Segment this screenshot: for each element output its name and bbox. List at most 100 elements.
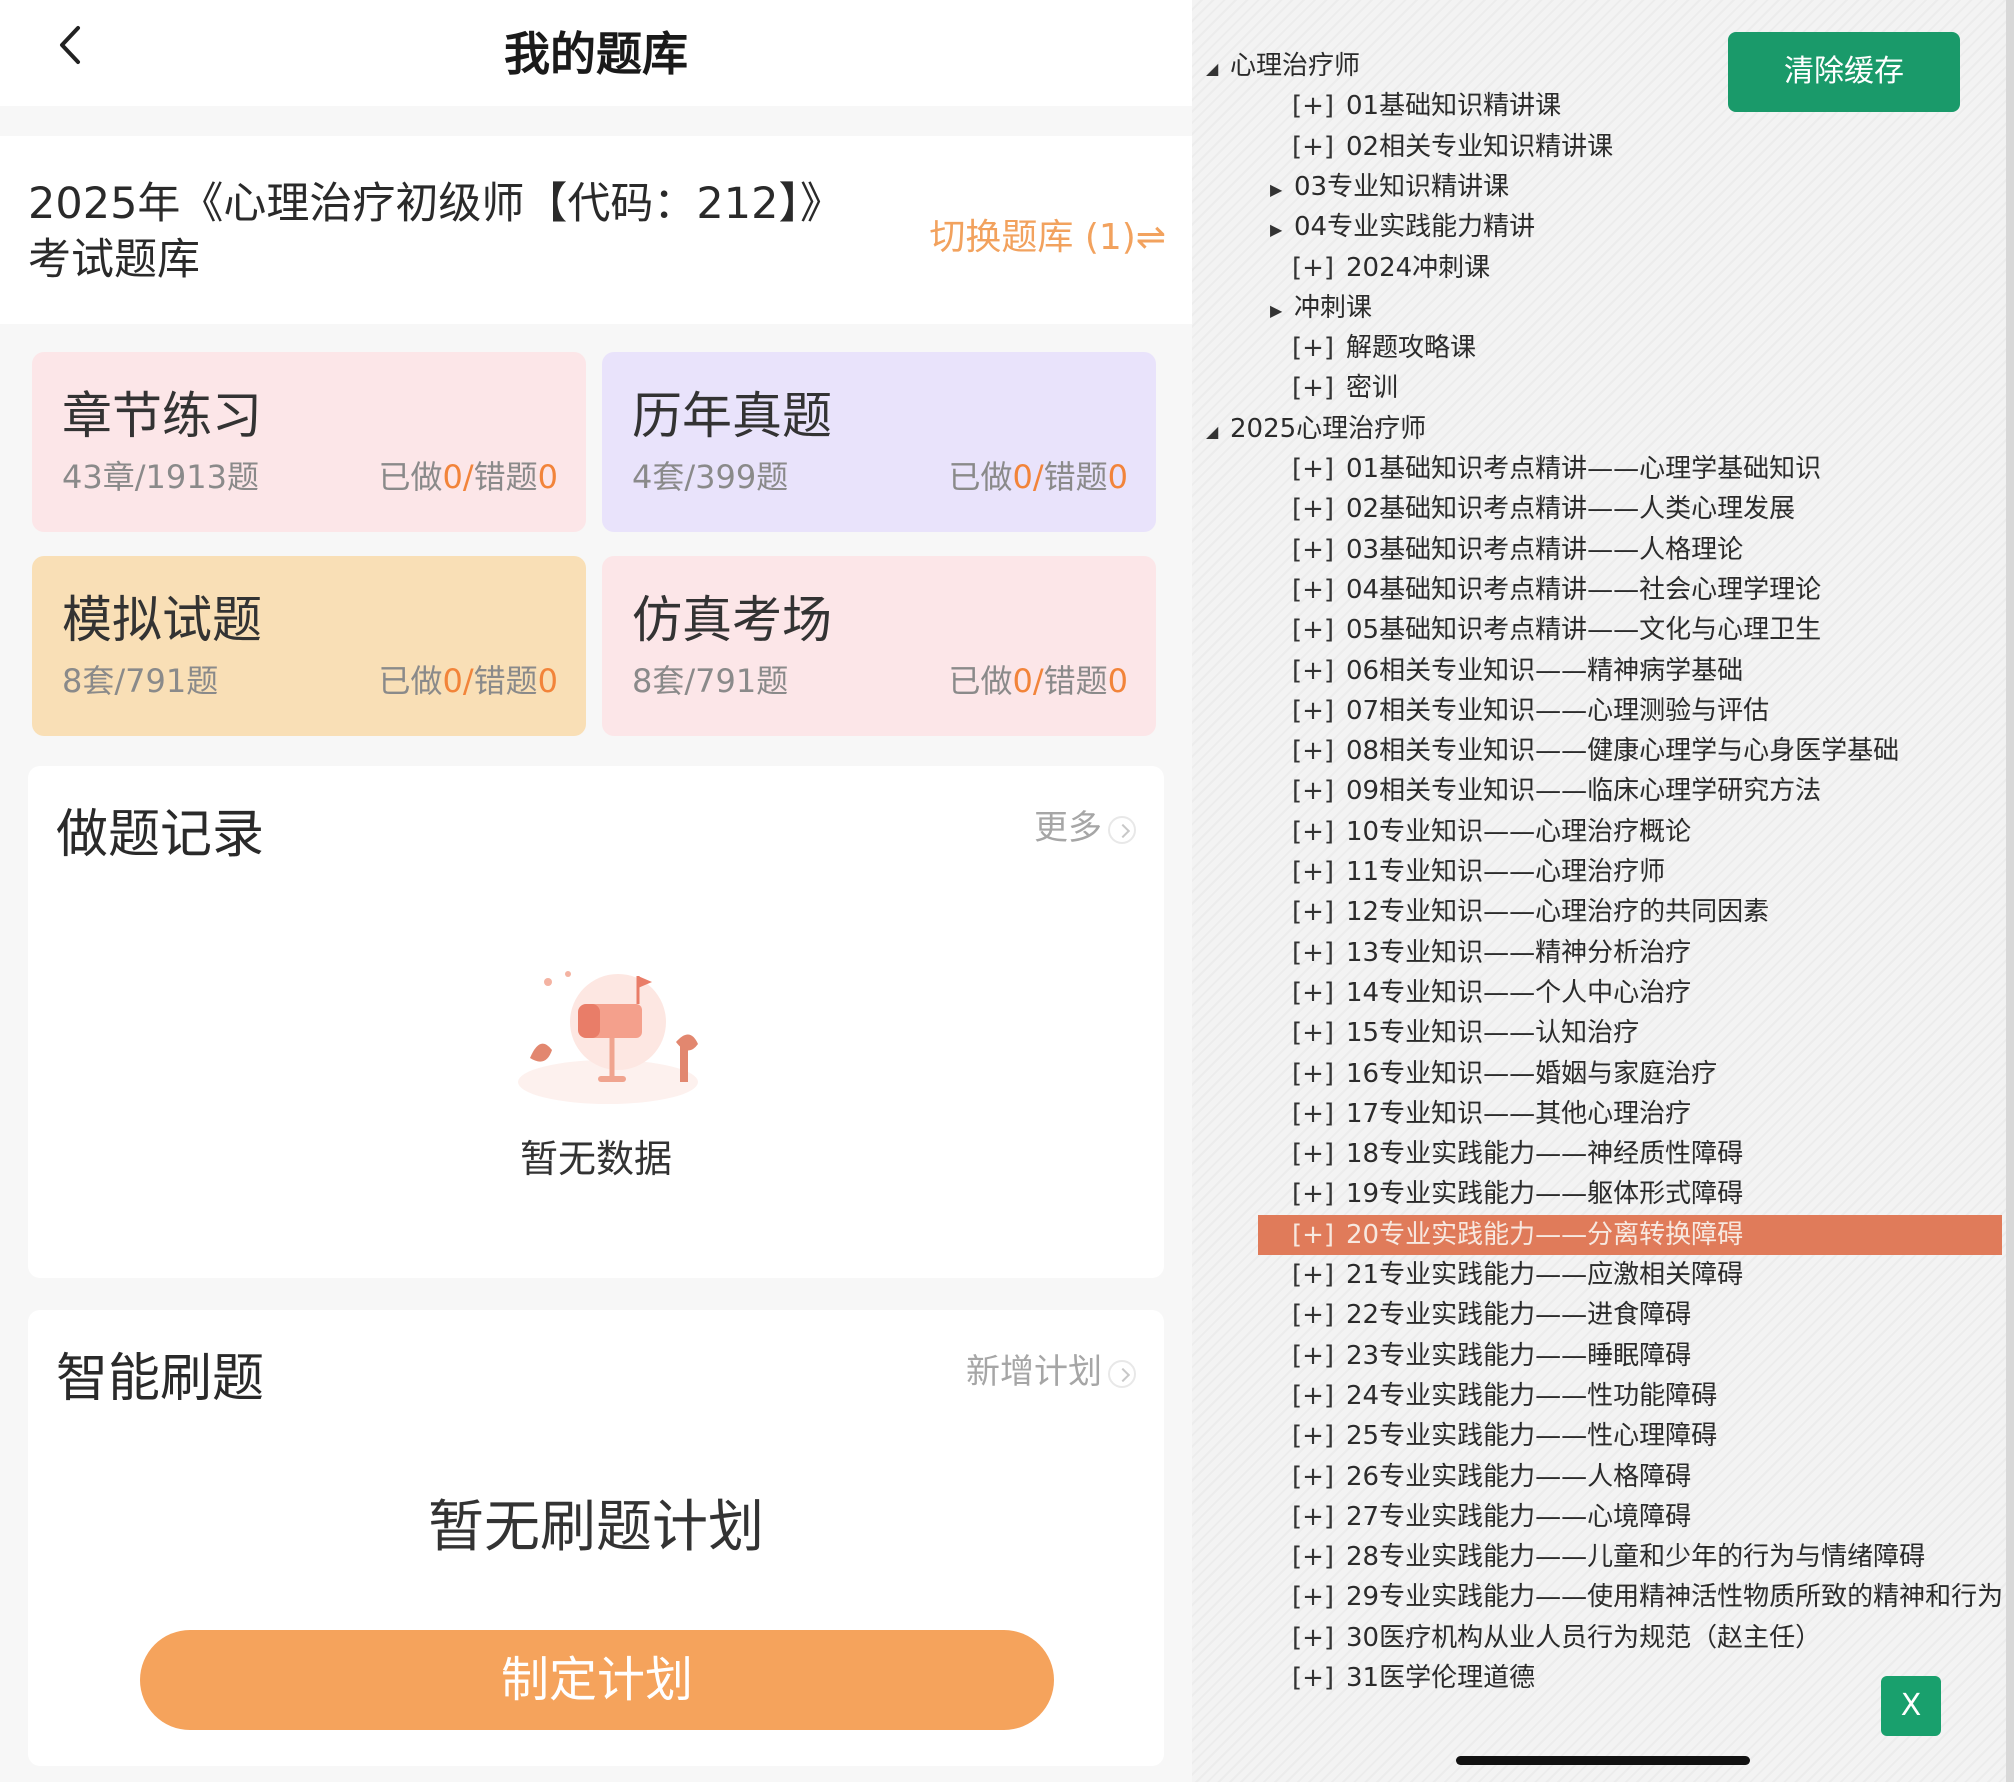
tree-course-row[interactable]: [+] 27专业实践能力——心境障碍 [1292, 1497, 1691, 1537]
expand-plus-icon[interactable]: [+] [1292, 1658, 1346, 1698]
expand-plus-icon[interactable]: [+] [1292, 1537, 1346, 1577]
tree-row-label: 17专业知识——其他心理治疗 [1346, 1098, 1692, 1129]
tree-course-row[interactable]: [+] 29专业实践能力——使用精神活性物质所致的精神和行为 [1292, 1577, 2003, 1617]
expand-plus-icon[interactable]: [+] [1292, 570, 1346, 610]
expand-plus-icon[interactable]: [+] [1292, 530, 1346, 570]
tree-course-row[interactable]: [+] 21专业实践能力——应激相关障碍 [1292, 1255, 1743, 1295]
tree-row-label: 27专业实践能力——心境障碍 [1346, 1501, 1692, 1532]
expanded-triangle-icon[interactable]: ◢ [1206, 412, 1230, 452]
expand-plus-icon[interactable]: [+] [1292, 731, 1346, 771]
tree-folder-row[interactable]: ◢ 心理治疗师 [1206, 46, 1360, 86]
card-past-exams[interactable]: 历年真题 4套/399题 已做0/错题0 [602, 352, 1156, 532]
tree-folder-row[interactable]: ▶ 冲刺课 [1270, 288, 1372, 328]
tree-course-row[interactable]: [+] 05基础知识考点精讲——文化与心理卫生 [1292, 610, 1821, 650]
collapsed-triangle-icon[interactable]: ▶ [1270, 291, 1294, 331]
expand-plus-icon[interactable]: [+] [1292, 248, 1346, 288]
expand-plus-icon[interactable]: [+] [1292, 127, 1346, 167]
tree-course-row[interactable]: [+] 04基础知识考点精讲——社会心理学理论 [1292, 570, 1821, 610]
tree-course-row[interactable]: [+] 14专业知识——个人中心治疗 [1292, 973, 1691, 1013]
tree-course-row[interactable]: [+] 26专业实践能力——人格障碍 [1292, 1457, 1691, 1497]
tree-course-row[interactable]: [+] 25专业实践能力——性心理障碍 [1292, 1416, 1717, 1456]
tree-course-row[interactable]: [+] 30医疗机构从业人员行为规范（赵主任） [1292, 1618, 1821, 1658]
expand-plus-icon[interactable]: [+] [1292, 489, 1346, 529]
expand-plus-icon[interactable]: [+] [1292, 1094, 1346, 1134]
tree-course-row[interactable]: [+] 10专业知识——心理治疗概论 [1292, 812, 1691, 852]
expand-plus-icon[interactable]: [+] [1292, 610, 1346, 650]
expand-plus-icon[interactable]: [+] [1292, 691, 1346, 731]
card-mock-exams[interactable]: 模拟试题 8套/791题 已做0/错题0 [32, 556, 586, 736]
tree-course-row[interactable]: [+] 22专业实践能力——进食障碍 [1292, 1295, 1691, 1335]
tree-course-row[interactable]: [+] 23专业实践能力——睡眠障碍 [1292, 1336, 1691, 1376]
expand-plus-icon[interactable]: [+] [1292, 1134, 1346, 1174]
add-plan-link[interactable]: 新增计划 [966, 1344, 1136, 1393]
card-stats: 已做0/错题0 [378, 452, 558, 498]
expand-plus-icon[interactable]: [+] [1292, 933, 1346, 973]
expand-plus-icon[interactable]: [+] [1292, 892, 1346, 932]
tree-course-row[interactable]: [+] 07相关专业知识——心理测验与评估 [1292, 691, 1769, 731]
tree-course-row[interactable]: [+] 06相关专业知识——精神病学基础 [1292, 651, 1743, 691]
tree-course-row[interactable]: [+] 01基础知识考点精讲——心理学基础知识 [1292, 449, 1821, 489]
tree-course-row[interactable]: [+] 18专业实践能力——神经质性障碍 [1292, 1134, 1743, 1174]
tree-course-row[interactable]: [+] 20专业实践能力——分离转换障碍 [1258, 1214, 2002, 1255]
switch-bank-link[interactable]: 切换题库 (1)⇌ [929, 208, 1166, 260]
tree-course-row[interactable]: [+] 2024冲刺课 [1292, 248, 1490, 288]
expand-plus-icon[interactable]: [+] [1292, 812, 1346, 852]
tree-course-row[interactable]: [+] 03基础知识考点精讲——人格理论 [1292, 530, 1743, 570]
expanded-triangle-icon[interactable]: ◢ [1206, 49, 1230, 89]
expand-plus-icon[interactable]: [+] [1292, 973, 1346, 1013]
tree-course-row[interactable]: [+] 02相关专业知识精讲课 [1292, 127, 1613, 167]
expand-plus-icon[interactable]: [+] [1292, 1174, 1346, 1214]
expand-plus-icon[interactable]: [+] [1292, 1336, 1346, 1376]
collapsed-triangle-icon[interactable]: ▶ [1270, 170, 1294, 210]
expand-plus-icon[interactable]: [+] [1292, 1013, 1346, 1053]
tree-course-row[interactable]: [+] 15专业知识——认知治疗 [1292, 1013, 1639, 1053]
wrong-label: 错题 [473, 458, 538, 496]
expand-plus-icon[interactable]: [+] [1292, 1255, 1346, 1295]
create-plan-button[interactable]: 制定计划 [140, 1630, 1054, 1730]
expand-plus-icon[interactable]: [+] [1292, 1295, 1346, 1335]
tree-folder-row[interactable]: ▶ 03专业知识精讲课 [1270, 167, 1509, 207]
tree-course-row[interactable]: [+] 24专业实践能力——性功能障碍 [1292, 1376, 1717, 1416]
expand-plus-icon[interactable]: [+] [1292, 1054, 1346, 1094]
tree-course-row[interactable]: [+] 02基础知识考点精讲——人类心理发展 [1292, 489, 1795, 529]
clear-cache-button[interactable]: 清除缓存 [1728, 32, 1960, 112]
expand-plus-icon[interactable]: [+] [1292, 1497, 1346, 1537]
expand-plus-icon[interactable]: [+] [1292, 852, 1346, 892]
tree-course-row[interactable]: [+] 17专业知识——其他心理治疗 [1292, 1094, 1691, 1134]
expand-plus-icon[interactable]: [+] [1292, 1577, 1346, 1617]
close-button[interactable]: X [1881, 1676, 1941, 1736]
tree-course-row[interactable]: [+] 13专业知识——精神分析治疗 [1292, 933, 1691, 973]
tree-course-row[interactable]: [+] 08相关专业知识——健康心理学与心身医学基础 [1292, 731, 1899, 771]
tree-course-row[interactable]: [+] 16专业知识——婚姻与家庭治疗 [1292, 1054, 1717, 1094]
expand-plus-icon[interactable]: [+] [1292, 1416, 1346, 1456]
expand-plus-icon[interactable]: [+] [1292, 1376, 1346, 1416]
bank-title-line1: 2025年《心理治疗初级师【代码：212】》 [28, 179, 844, 229]
expand-plus-icon[interactable]: [+] [1292, 1457, 1346, 1497]
tree-course-row[interactable]: [+] 解题攻略课 [1292, 328, 1476, 368]
expand-plus-icon[interactable]: [+] [1292, 1618, 1346, 1658]
tree-course-row[interactable]: [+] 19专业实践能力——躯体形式障碍 [1292, 1174, 1743, 1214]
top-bar: 我的题库 [0, 0, 1192, 106]
tree-course-row[interactable]: [+] 11专业知识——心理治疗师 [1292, 852, 1665, 892]
expand-plus-icon[interactable]: [+] [1292, 86, 1346, 126]
scrollbar[interactable] [2006, 0, 2014, 1782]
card-simulated-exam[interactable]: 仿真考场 8套/791题 已做0/错题0 [602, 556, 1156, 736]
tree-course-row[interactable]: [+] 01基础知识精讲课 [1292, 86, 1561, 126]
expand-plus-icon[interactable]: [+] [1292, 449, 1346, 489]
tree-folder-row[interactable]: ◢ 2025心理治疗师 [1206, 409, 1426, 449]
tree-course-row[interactable]: [+] 31医学伦理道德 [1292, 1658, 1535, 1698]
expand-plus-icon[interactable]: [+] [1292, 368, 1346, 408]
tree-row-label: 11专业知识——心理治疗师 [1346, 857, 1666, 887]
collapsed-triangle-icon[interactable]: ▶ [1270, 210, 1294, 250]
expand-plus-icon[interactable]: [+] [1292, 771, 1346, 811]
expand-plus-icon[interactable]: [+] [1292, 651, 1346, 691]
card-chapter-practice[interactable]: 章节练习 43章/1913题 已做0/错题0 [32, 352, 586, 532]
more-link[interactable]: 更多 [1034, 800, 1136, 849]
tree-folder-row[interactable]: ▶ 04专业实践能力精讲 [1270, 207, 1535, 247]
tree-course-row[interactable]: [+] 28专业实践能力——儿童和少年的行为与情绪障碍 [1292, 1537, 1925, 1577]
tree-course-row[interactable]: [+] 12专业知识——心理治疗的共同因素 [1292, 892, 1769, 932]
expand-plus-icon[interactable]: [+] [1292, 328, 1346, 368]
tree-course-row[interactable]: [+] 密训 [1292, 368, 1398, 408]
tree-course-row[interactable]: [+] 09相关专业知识——临床心理学研究方法 [1292, 771, 1821, 811]
expand-plus-icon[interactable]: [+] [1292, 1215, 1346, 1255]
